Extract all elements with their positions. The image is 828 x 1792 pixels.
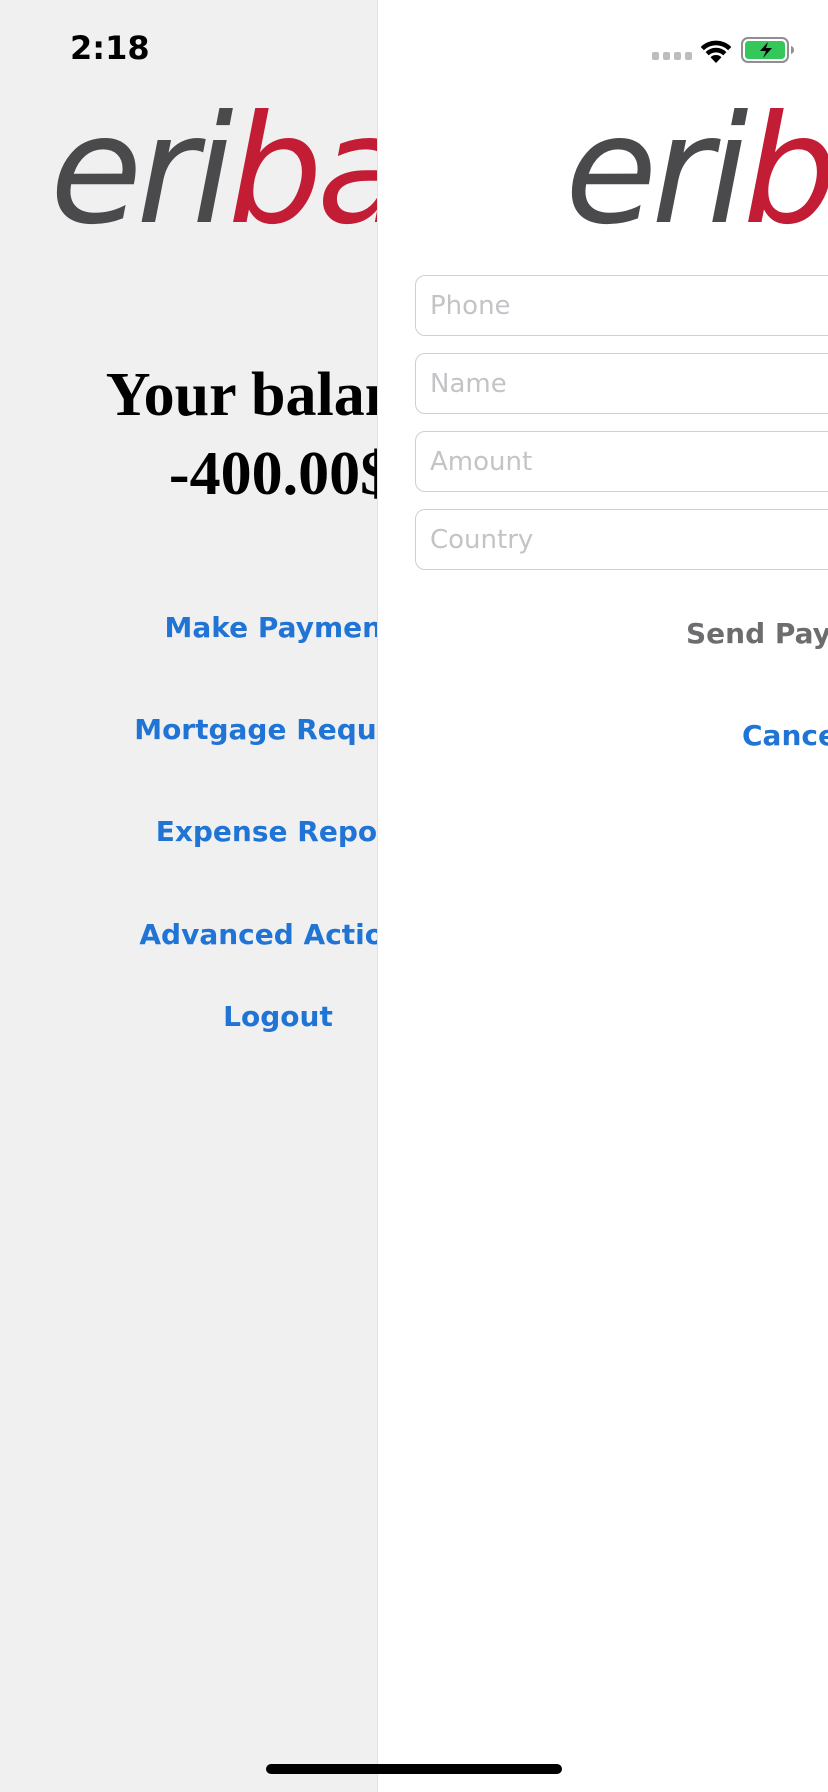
mortgage-request-button[interactable]: Mortgage Request — [0, 716, 377, 744]
phone-field[interactable] — [415, 275, 828, 336]
cancel-button[interactable]: Cancel — [742, 722, 828, 750]
make-payment-button[interactable]: Make Payment — [0, 614, 377, 642]
name-field[interactable] — [415, 353, 828, 414]
home-indicator — [266, 1764, 562, 1774]
eribank-logo: eribank — [565, 84, 828, 258]
payment-screen: eribank Send Payment Cancel — [377, 0, 828, 1792]
amount-field[interactable] — [415, 431, 828, 492]
eribank-logo: eribank — [50, 84, 377, 258]
home-screen-content: eribank Your balance -400.00$ Make Payme… — [0, 0, 377, 1792]
balance-value: -400.00$ — [168, 440, 377, 508]
expense-report-button[interactable]: Expense Report — [0, 818, 377, 846]
home-screen: eribank Your balance -400.00$ Make Payme… — [0, 0, 377, 1792]
advanced-actions-button[interactable]: Advanced Actions — [0, 921, 377, 949]
country-field[interactable] — [415, 509, 828, 570]
balance-label: Your balance — [105, 361, 377, 429]
send-payment-button[interactable]: Send Payment — [686, 620, 828, 648]
logout-button[interactable]: Logout — [0, 1003, 377, 1031]
